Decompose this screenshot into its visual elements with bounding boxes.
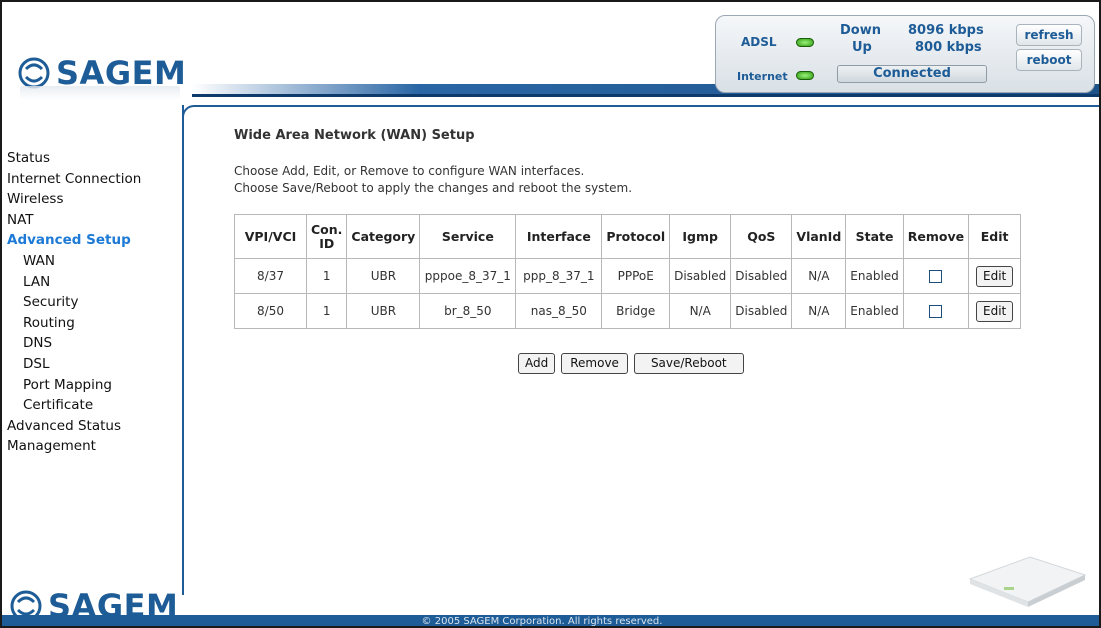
header-bar-shadow [192, 94, 1099, 97]
cell-con-id: 1 [305, 293, 348, 329]
down-rate: 8096 kbps [908, 23, 984, 38]
sidebar-item-dsl[interactable]: DSL [7, 354, 179, 375]
remove-checkbox[interactable] [929, 270, 943, 283]
connection-state: Connected [837, 65, 987, 83]
refresh-button[interactable]: refresh [1016, 24, 1082, 46]
cell-service: pppoe_8_37_1 [419, 258, 517, 294]
sidebar-item-nat[interactable]: NAT [7, 210, 179, 231]
column-header: State [845, 214, 904, 259]
column-header: Category [346, 214, 421, 259]
page-title: Wide Area Network (WAN) Setup [234, 128, 475, 143]
up-rate: 800 kbps [915, 40, 982, 55]
sidebar-item-security[interactable]: Security [7, 292, 179, 313]
sidebar-item-management[interactable]: Management [7, 436, 179, 457]
cell-protocol: PPPoE [601, 258, 671, 294]
page-frame: SAGEM ADSL Internet Down Up 8096 kbps 80… [0, 0, 1101, 628]
cell-category: UBR [346, 293, 421, 329]
description-line: Choose Add, Edit, or Remove to configure… [234, 164, 585, 178]
cell-interface: ppp_8_37_1 [515, 258, 603, 294]
internet-led-icon [796, 71, 814, 80]
cell-service: br_8_50 [419, 293, 517, 329]
sidebar-divider [182, 105, 184, 595]
cell-remove [902, 258, 970, 294]
cell-edit: Edit [968, 258, 1022, 294]
column-header: VlanId [791, 214, 847, 259]
cell-state: Enabled [845, 293, 904, 329]
adsl-label: ADSL [741, 35, 777, 49]
wan-interfaces-table: VPI/VCI Con. ID Category Service Interfa… [234, 214, 1022, 329]
table-header-row: VPI/VCI Con. ID Category Service Interfa… [234, 214, 1022, 259]
sidebar-item-advanced-setup[interactable]: Advanced Setup [7, 230, 179, 251]
logo-reflection [20, 86, 180, 100]
column-header: QoS [730, 214, 793, 259]
column-header: Con. ID [305, 214, 348, 259]
cell-vpi-vci: 8/37 [234, 258, 307, 294]
sidebar-item-port-mapping[interactable]: Port Mapping [7, 375, 179, 396]
column-header: Protocol [601, 214, 671, 259]
cell-con-id: 1 [305, 258, 348, 294]
sidebar-item-internet-connection[interactable]: Internet Connection [7, 169, 179, 190]
column-header: Service [419, 214, 517, 259]
column-header: VPI/VCI [234, 214, 307, 259]
column-header: Edit [968, 214, 1022, 259]
cell-igmp: N/A [669, 293, 732, 329]
cell-vlanid: N/A [791, 293, 847, 329]
header: SAGEM ADSL Internet Down Up 8096 kbps 80… [2, 2, 1099, 102]
cell-category: UBR [346, 258, 421, 294]
column-header: Interface [515, 214, 603, 259]
router-device-icon [968, 556, 1087, 607]
content-top-border [198, 105, 1099, 107]
table-row: 8/50 1 UBR br_8_50 nas_8_50 Bridge N/A D… [234, 293, 1022, 329]
sidebar-nav: Status Internet Connection Wireless NAT … [7, 148, 179, 457]
column-header: Remove [902, 214, 970, 259]
sidebar-item-dns[interactable]: DNS [7, 333, 179, 354]
page-description: Choose Add, Edit, or Remove to configure… [234, 163, 1084, 197]
remove-button[interactable]: Remove [561, 353, 628, 374]
adsl-led-icon [796, 38, 814, 47]
edit-button[interactable]: Edit [976, 265, 1014, 287]
remove-checkbox[interactable] [929, 305, 943, 318]
main-content: Wide Area Network (WAN) Setup Choose Add… [234, 120, 1084, 197]
sidebar-item-advanced-status[interactable]: Advanced Status [7, 416, 179, 437]
copyright-text: © 2005 SAGEM Corporation. All rights res… [421, 616, 663, 627]
cell-protocol: Bridge [601, 293, 671, 329]
cell-edit: Edit [968, 293, 1022, 329]
cell-qos: Disabled [730, 258, 793, 294]
up-label: Up [852, 40, 872, 55]
cell-state: Enabled [845, 258, 904, 294]
sidebar-item-wireless[interactable]: Wireless [7, 189, 179, 210]
add-button[interactable]: Add [518, 353, 556, 374]
edit-button[interactable]: Edit [976, 300, 1014, 322]
reboot-button[interactable]: reboot [1016, 49, 1082, 71]
save-reboot-button[interactable]: Save/Reboot [633, 353, 744, 374]
sidebar-item-lan[interactable]: LAN [7, 272, 179, 293]
down-label: Down [840, 23, 881, 38]
cell-qos: Disabled [730, 293, 793, 329]
cell-vlanid: N/A [791, 258, 847, 294]
cell-interface: nas_8_50 [515, 293, 603, 329]
sidebar-item-certificate[interactable]: Certificate [7, 395, 179, 416]
cell-vpi-vci: 8/50 [234, 293, 307, 329]
sidebar-item-routing[interactable]: Routing [7, 313, 179, 334]
sagem-swirl-icon [18, 57, 50, 89]
sidebar-item-status[interactable]: Status [7, 148, 179, 169]
form-actions: Add Remove Save/Reboot [518, 353, 744, 374]
cell-remove [902, 293, 970, 329]
table-row: 8/37 1 UBR pppoe_8_37_1 ppp_8_37_1 PPPoE… [234, 258, 1022, 294]
description-line: Choose Save/Reboot to apply the changes … [234, 181, 633, 195]
column-header: Igmp [669, 214, 732, 259]
sidebar-item-wan[interactable]: WAN [7, 251, 179, 272]
internet-label: Internet [737, 70, 788, 83]
content-corner [182, 105, 212, 117]
cell-igmp: Disabled [669, 258, 732, 294]
